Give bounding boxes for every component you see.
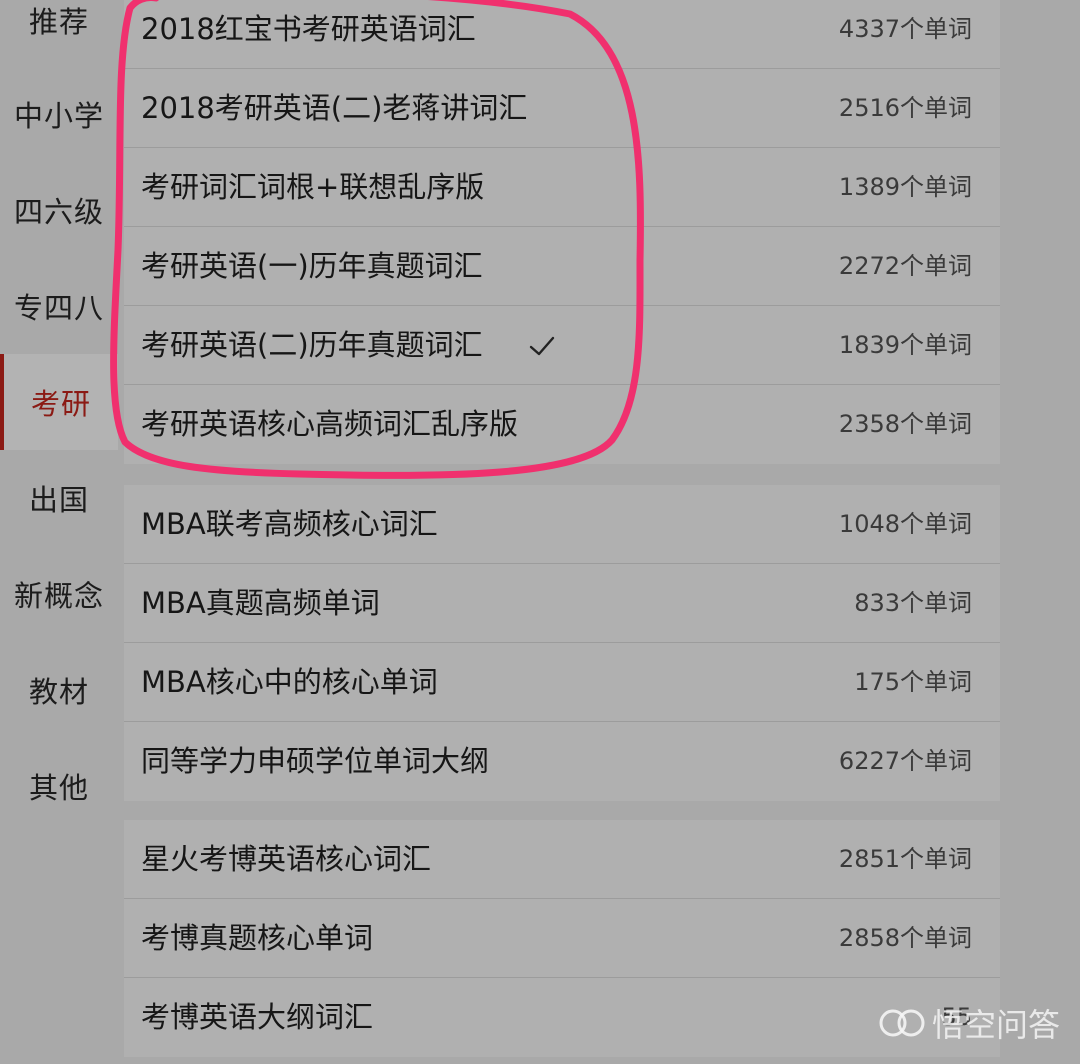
sidebar-item-label: 其他 [28,771,89,805]
list-item[interactable]: 考研词汇词根+联想乱序版 1389个单词 [124,148,1000,227]
sidebar-item-label: 出国 [28,483,89,517]
book-group-mba: MBA联考高频核心词汇 1048个单词 MBA真题高频单词 833个单词 MBA… [124,485,1000,801]
list-item-selected[interactable]: 考研英语(二)历年真题词汇 1839个单词 [124,306,1000,385]
sidebar-item-other[interactable]: 其他 [0,738,118,834]
list-item[interactable]: 2018考研英语(二)老蒋讲词汇 2516个单词 [124,69,1000,148]
wukong-logo-icon [879,1009,925,1037]
word-count: 2851个单词 [838,845,972,873]
word-count: 1389个单词 [838,173,972,201]
book-group-kaoyan: 2018红宝书考研英语词汇 4337个单词 2018考研英语(二)老蒋讲词汇 2… [124,0,1000,464]
book-title: 2018考研英语(二)老蒋讲词汇 [141,91,528,125]
sidebar-item-label: 专四八 [13,291,104,325]
sidebar-item-cet4-cet6[interactable]: 四六级 [0,162,118,258]
list-item[interactable]: 考研英语(一)历年真题词汇 2272个单词 [124,227,1000,306]
word-count: 6227个单词 [838,747,972,775]
word-count: 2516个单词 [838,94,972,122]
sidebar-item-label: 考研 [30,387,91,421]
book-title: MBA真题高频单词 [141,586,380,620]
sidebar-item-label: 新概念 [13,579,104,613]
word-count: 833个单词 [854,589,972,617]
list-item[interactable]: 2018红宝书考研英语词汇 4337个单词 [124,0,1000,69]
sidebar-item-textbooks[interactable]: 教材 [0,642,118,738]
word-count: 4337个单词 [838,15,972,43]
book-title: 同等学力申硕学位单词大纲 [141,744,490,778]
list-item[interactable]: MBA核心中的核心单词 175个单词 [124,643,1000,722]
book-group-kaobo: 星火考博英语核心词汇 2851个单词 考博真题核心单词 2858个单词 考博英语… [124,820,1000,1057]
list-item[interactable]: MBA联考高频核心词汇 1048个单词 [124,485,1000,564]
watermark: 悟空问答 [878,1000,1060,1046]
list-item[interactable]: 考博英语大纲词汇 55 [124,978,1000,1057]
book-title: 星火考博英语核心词汇 [141,842,432,876]
vocabulary-book-picker: 推荐 中小学 四六级 专四八 考研 出国 新概念 教材 其他 2018红宝书考研… [0,0,1080,1064]
book-title: MBA联考高频核心词汇 [141,507,438,541]
watermark-text: 悟空问答 [931,1006,1060,1044]
sidebar-item-postgraduate[interactable]: 考研 [0,354,118,450]
sidebar-item-label: 教材 [28,675,89,709]
book-title: 考研英语(一)历年真题词汇 [141,249,483,283]
list-item[interactable]: 考博真题核心单词 2858个单词 [124,899,1000,978]
check-icon [529,336,555,356]
word-count: 2272个单词 [838,252,972,280]
sidebar-item-new-concept[interactable]: 新概念 [0,546,118,642]
category-sidebar: 推荐 中小学 四六级 专四八 考研 出国 新概念 教材 其他 [0,0,118,1064]
word-count: 1839个单词 [838,331,972,359]
word-count: 1048个单词 [838,510,972,538]
list-item[interactable]: 星火考博英语核心词汇 2851个单词 [124,820,1000,899]
sidebar-item-label: 推荐 [28,5,89,39]
sidebar-item-study-abroad[interactable]: 出国 [0,450,118,546]
book-title: 考研词汇词根+联想乱序版 [141,170,485,204]
sidebar-item-tem4-tem8[interactable]: 专四八 [0,258,118,354]
list-item[interactable]: MBA真题高频单词 833个单词 [124,564,1000,643]
list-item[interactable]: 考研英语核心高频词汇乱序版 2358个单词 [124,385,1000,464]
list-item[interactable]: 同等学力申硕学位单词大纲 6227个单词 [124,722,1000,801]
book-title: 考研英语核心高频词汇乱序版 [141,407,519,441]
word-count: 2358个单词 [838,410,972,438]
sidebar-item-label: 中小学 [13,99,104,133]
sidebar-item-label: 四六级 [13,195,104,229]
sidebar-item-primary-secondary[interactable]: 中小学 [0,66,118,162]
book-title: MBA核心中的核心单词 [141,665,438,699]
book-title: 2018红宝书考研英语词汇 [141,12,476,46]
book-title: 考研英语(二)历年真题词汇 [141,328,483,362]
word-count: 2858个单词 [838,924,972,952]
book-title: 考博真题核心单词 [141,921,374,955]
sidebar-item-recommended[interactable]: 推荐 [0,0,118,68]
book-title: 考博英语大纲词汇 [141,1000,374,1034]
word-count: 175个单词 [854,668,972,696]
